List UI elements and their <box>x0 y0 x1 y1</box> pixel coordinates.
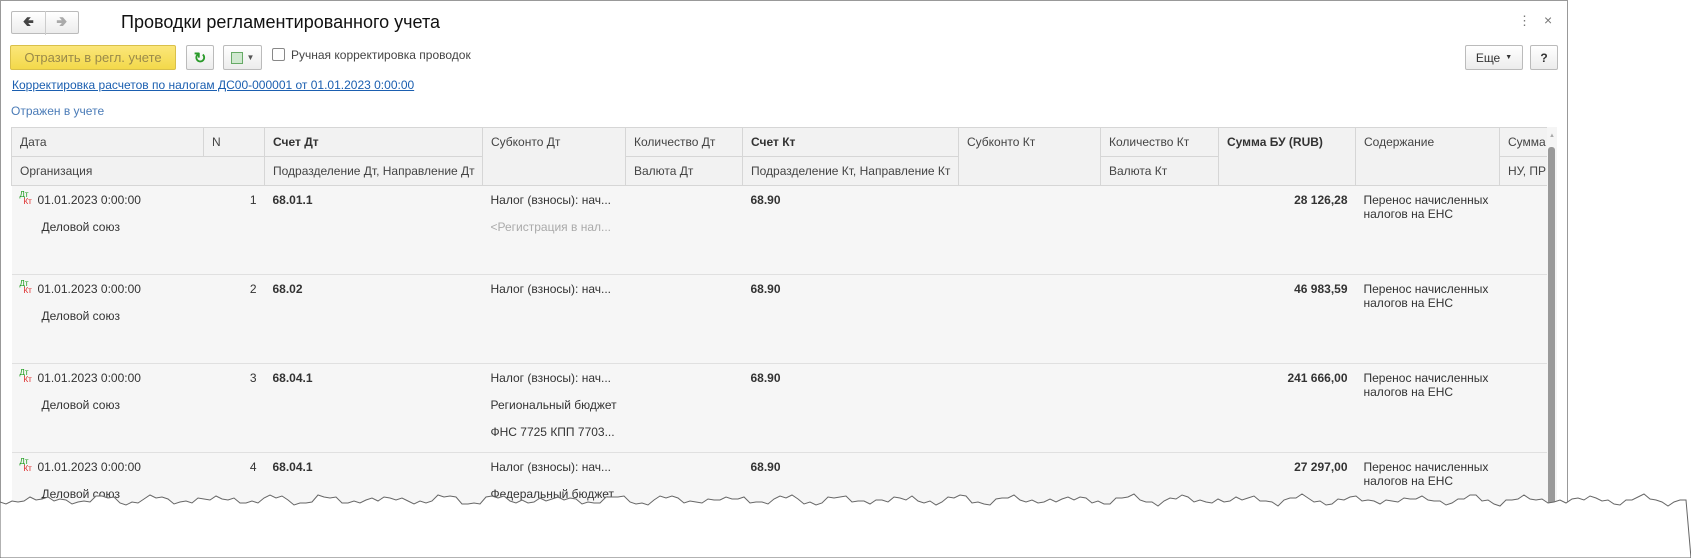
header-division-kt[interactable]: Подразделение Кт, Направление Кт <box>742 156 959 186</box>
cell-quantity-dt <box>625 185 743 275</box>
cell-subconto-kt <box>958 274 1101 364</box>
table-row[interactable]: Дт Кт 01.01.2023 0:00:00 Деловой союз 3 68.… <box>11 363 1548 453</box>
forward-arrow-icon[interactable]: 🢂 <box>44 10 79 35</box>
cell-content: Перенос начисленных налогов на ЕНС <box>1355 185 1500 275</box>
cell-organization: Деловой союз <box>41 220 120 234</box>
status-text: Отражен в учете <box>11 104 105 118</box>
entry-dt-kt-icon: Дт Кт <box>19 368 32 384</box>
cell-account-dt: 68.01.1 <box>264 185 483 275</box>
header-account-dt[interactable]: Счет Дт <box>264 127 483 157</box>
cell-account-kt: 68.90 <box>742 363 959 453</box>
copy-dropdown-button[interactable]: ▼ <box>223 45 262 70</box>
cell-date: Дт Кт 01.01.2023 0:00:00 Деловой союз <box>11 274 204 364</box>
page-title: Проводки регламентированного учета <box>121 12 441 32</box>
help-button[interactable]: ? <box>1530 45 1558 70</box>
header-subconto-dt[interactable]: Субконто Дт <box>482 127 626 186</box>
cell-subconto-kt <box>958 363 1101 453</box>
header-sum[interactable]: Сумма <box>1499 127 1548 157</box>
cell-subconto-dt: Налог (взносы): нач... <Регистрация в нал… <box>482 185 626 275</box>
cell-subconto-dt: Налог (взносы): нач... Региональный бюдже… <box>482 363 626 453</box>
cell-sum <box>1499 363 1548 453</box>
cell-content: Перенос начисленных налогов на ЕНС <box>1355 274 1500 364</box>
entry-dt-kt-icon: Дт Кт <box>19 190 32 206</box>
manual-correction-label: Ручная корректировка проводок <box>291 48 471 62</box>
cell-organization: Деловой союз <box>41 398 120 412</box>
table-row[interactable]: Дт Кт 01.01.2023 0:00:00 Деловой союз 2 68.… <box>11 274 1548 364</box>
cell-n: 2 <box>203 274 265 364</box>
cell-subconto-kt <box>958 185 1101 275</box>
dropdown-arrow-icon: ▼ <box>1505 54 1513 61</box>
cell-quantity-dt <box>625 363 743 453</box>
post-button[interactable]: Отразить в регл. учете <box>10 45 176 70</box>
header-quantity-kt[interactable]: Количество Кт <box>1100 127 1219 157</box>
scroll-up-icon[interactable]: ▲ <box>1547 133 1557 139</box>
entries-table: Дата N Счет Дт Субконто Дт Количество Дт… <box>11 127 1548 542</box>
cell-n: 3 <box>203 363 265 453</box>
cell-content: Перенос начисленных налогов на ЕНС <box>1355 363 1500 453</box>
close-icon[interactable]: × <box>1544 12 1552 28</box>
table-row[interactable]: Дт Кт 01.01.2023 0:00:00 Деловой союз 1 68.… <box>11 185 1548 275</box>
refresh-icon[interactable]: ↻ <box>186 45 214 70</box>
header-currency-kt[interactable]: Валюта Кт <box>1100 156 1219 186</box>
copy-icon <box>230 51 243 64</box>
window: 🢀 🢂 Проводки регламентированного учета ⋮… <box>0 0 1568 542</box>
entry-dt-kt-icon: Дт Кт <box>19 279 32 295</box>
cell-quantity-dt <box>625 274 743 364</box>
cell-date: Дт Кт 01.01.2023 0:00:00 Деловой союз <box>11 185 204 275</box>
vertical-scrollbar[interactable]: ▲ <box>1547 127 1557 527</box>
header-account-kt[interactable]: Счет Кт <box>742 127 959 157</box>
cell-subconto-dt: Налог (взносы): нач... <box>482 274 626 364</box>
header-organization[interactable]: Организация <box>11 156 265 186</box>
cell-quantity-kt <box>1100 185 1219 275</box>
header-nu-pr[interactable]: НУ, ПР <box>1499 156 1548 186</box>
header-subconto-kt[interactable]: Субконто Кт <box>958 127 1101 186</box>
cell-n: 1 <box>203 185 265 275</box>
more-vertical-dots-icon[interactable]: ⋮ <box>1518 13 1531 29</box>
more-label: Еще <box>1475 50 1501 65</box>
torn-edge <box>0 493 1691 558</box>
navigation-buttons: 🢀 🢂 <box>11 10 79 35</box>
cell-sum-bu: 28 126,28 <box>1218 185 1356 275</box>
cell-sum-bu: 46 983,59 <box>1218 274 1356 364</box>
cell-account-dt: 68.02 <box>264 274 483 364</box>
back-arrow-icon[interactable]: 🢀 <box>12 11 45 35</box>
cell-date: Дт Кт 01.01.2023 0:00:00 Деловой союз <box>11 363 204 453</box>
cell-sum <box>1499 185 1548 275</box>
cell-account-dt: 68.04.1 <box>264 363 483 453</box>
cell-organization: Деловой союз <box>41 309 120 323</box>
header-quantity-dt[interactable]: Количество Дт <box>625 127 743 157</box>
cell-account-kt: 68.90 <box>742 274 959 364</box>
cell-sum <box>1499 274 1548 364</box>
header-date[interactable]: Дата <box>11 127 204 157</box>
cell-sum-bu: 241 666,00 <box>1218 363 1356 453</box>
more-button[interactable]: Еще ▼ <box>1465 45 1523 70</box>
cell-account-kt: 68.90 <box>742 185 959 275</box>
manual-correction-checkbox[interactable] <box>272 48 285 61</box>
document-link[interactable]: Корректировка расчетов по налогам ДС00-0… <box>12 78 414 92</box>
cell-quantity-kt <box>1100 274 1219 364</box>
header-content[interactable]: Содержание <box>1355 127 1500 186</box>
entry-dt-kt-icon: Дт Кт <box>19 457 32 473</box>
cell-quantity-kt <box>1100 363 1219 453</box>
dropdown-arrow-icon: ▼ <box>246 53 255 62</box>
header-currency-dt[interactable]: Валюта Дт <box>625 156 743 186</box>
scrollbar-thumb[interactable] <box>1548 147 1555 527</box>
header-sum-bu[interactable]: Сумма БУ (RUB) <box>1218 127 1356 186</box>
header-division-dt[interactable]: Подразделение Дт, Направление Дт <box>264 156 483 186</box>
header-n[interactable]: N <box>203 127 265 157</box>
